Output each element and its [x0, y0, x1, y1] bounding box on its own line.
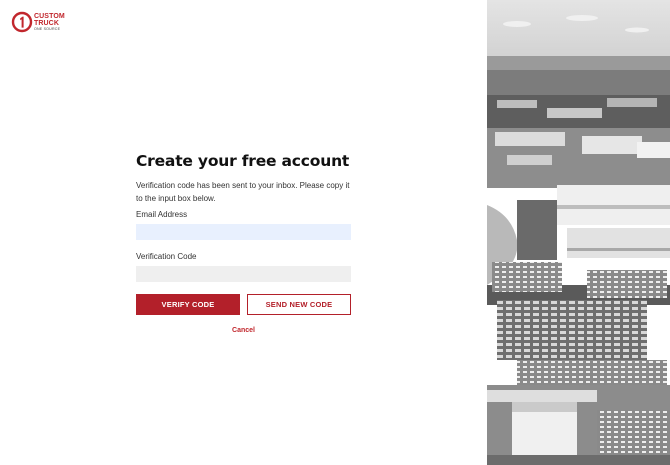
- logo-tagline: ONE SOURCE: [34, 27, 61, 31]
- verification-code-label: Verification Code: [136, 252, 197, 261]
- verify-code-button[interactable]: VERIFY CODE: [136, 294, 240, 315]
- brand-logo[interactable]: CUSTOM TRUCK ONE SOURCE: [11, 11, 73, 33]
- logo-wordmark: CUSTOM TRUCK ONE SOURCE: [34, 13, 65, 32]
- aerial-photo-image: [487, 0, 670, 465]
- form-pane: CUSTOM TRUCK ONE SOURCE Create your free…: [0, 0, 487, 465]
- logo-line-truck: TRUCK: [34, 20, 59, 27]
- logo-one-icon: [11, 11, 33, 33]
- page-title: Create your free account: [136, 152, 350, 170]
- aerial-photo: [487, 0, 670, 465]
- cancel-link[interactable]: Cancel: [136, 327, 351, 334]
- logo-line-custom: CUSTOM: [34, 13, 65, 20]
- verify-form: Create your free account Verification co…: [136, 150, 351, 334]
- verification-message: Verification code has been sent to your …: [136, 181, 350, 203]
- email-label: Email Address: [136, 210, 188, 219]
- send-new-code-button[interactable]: SEND NEW CODE: [247, 294, 351, 315]
- button-row: VERIFY CODE SEND NEW CODE: [136, 294, 351, 315]
- verification-code-field[interactable]: [136, 266, 351, 282]
- email-field[interactable]: [136, 224, 351, 240]
